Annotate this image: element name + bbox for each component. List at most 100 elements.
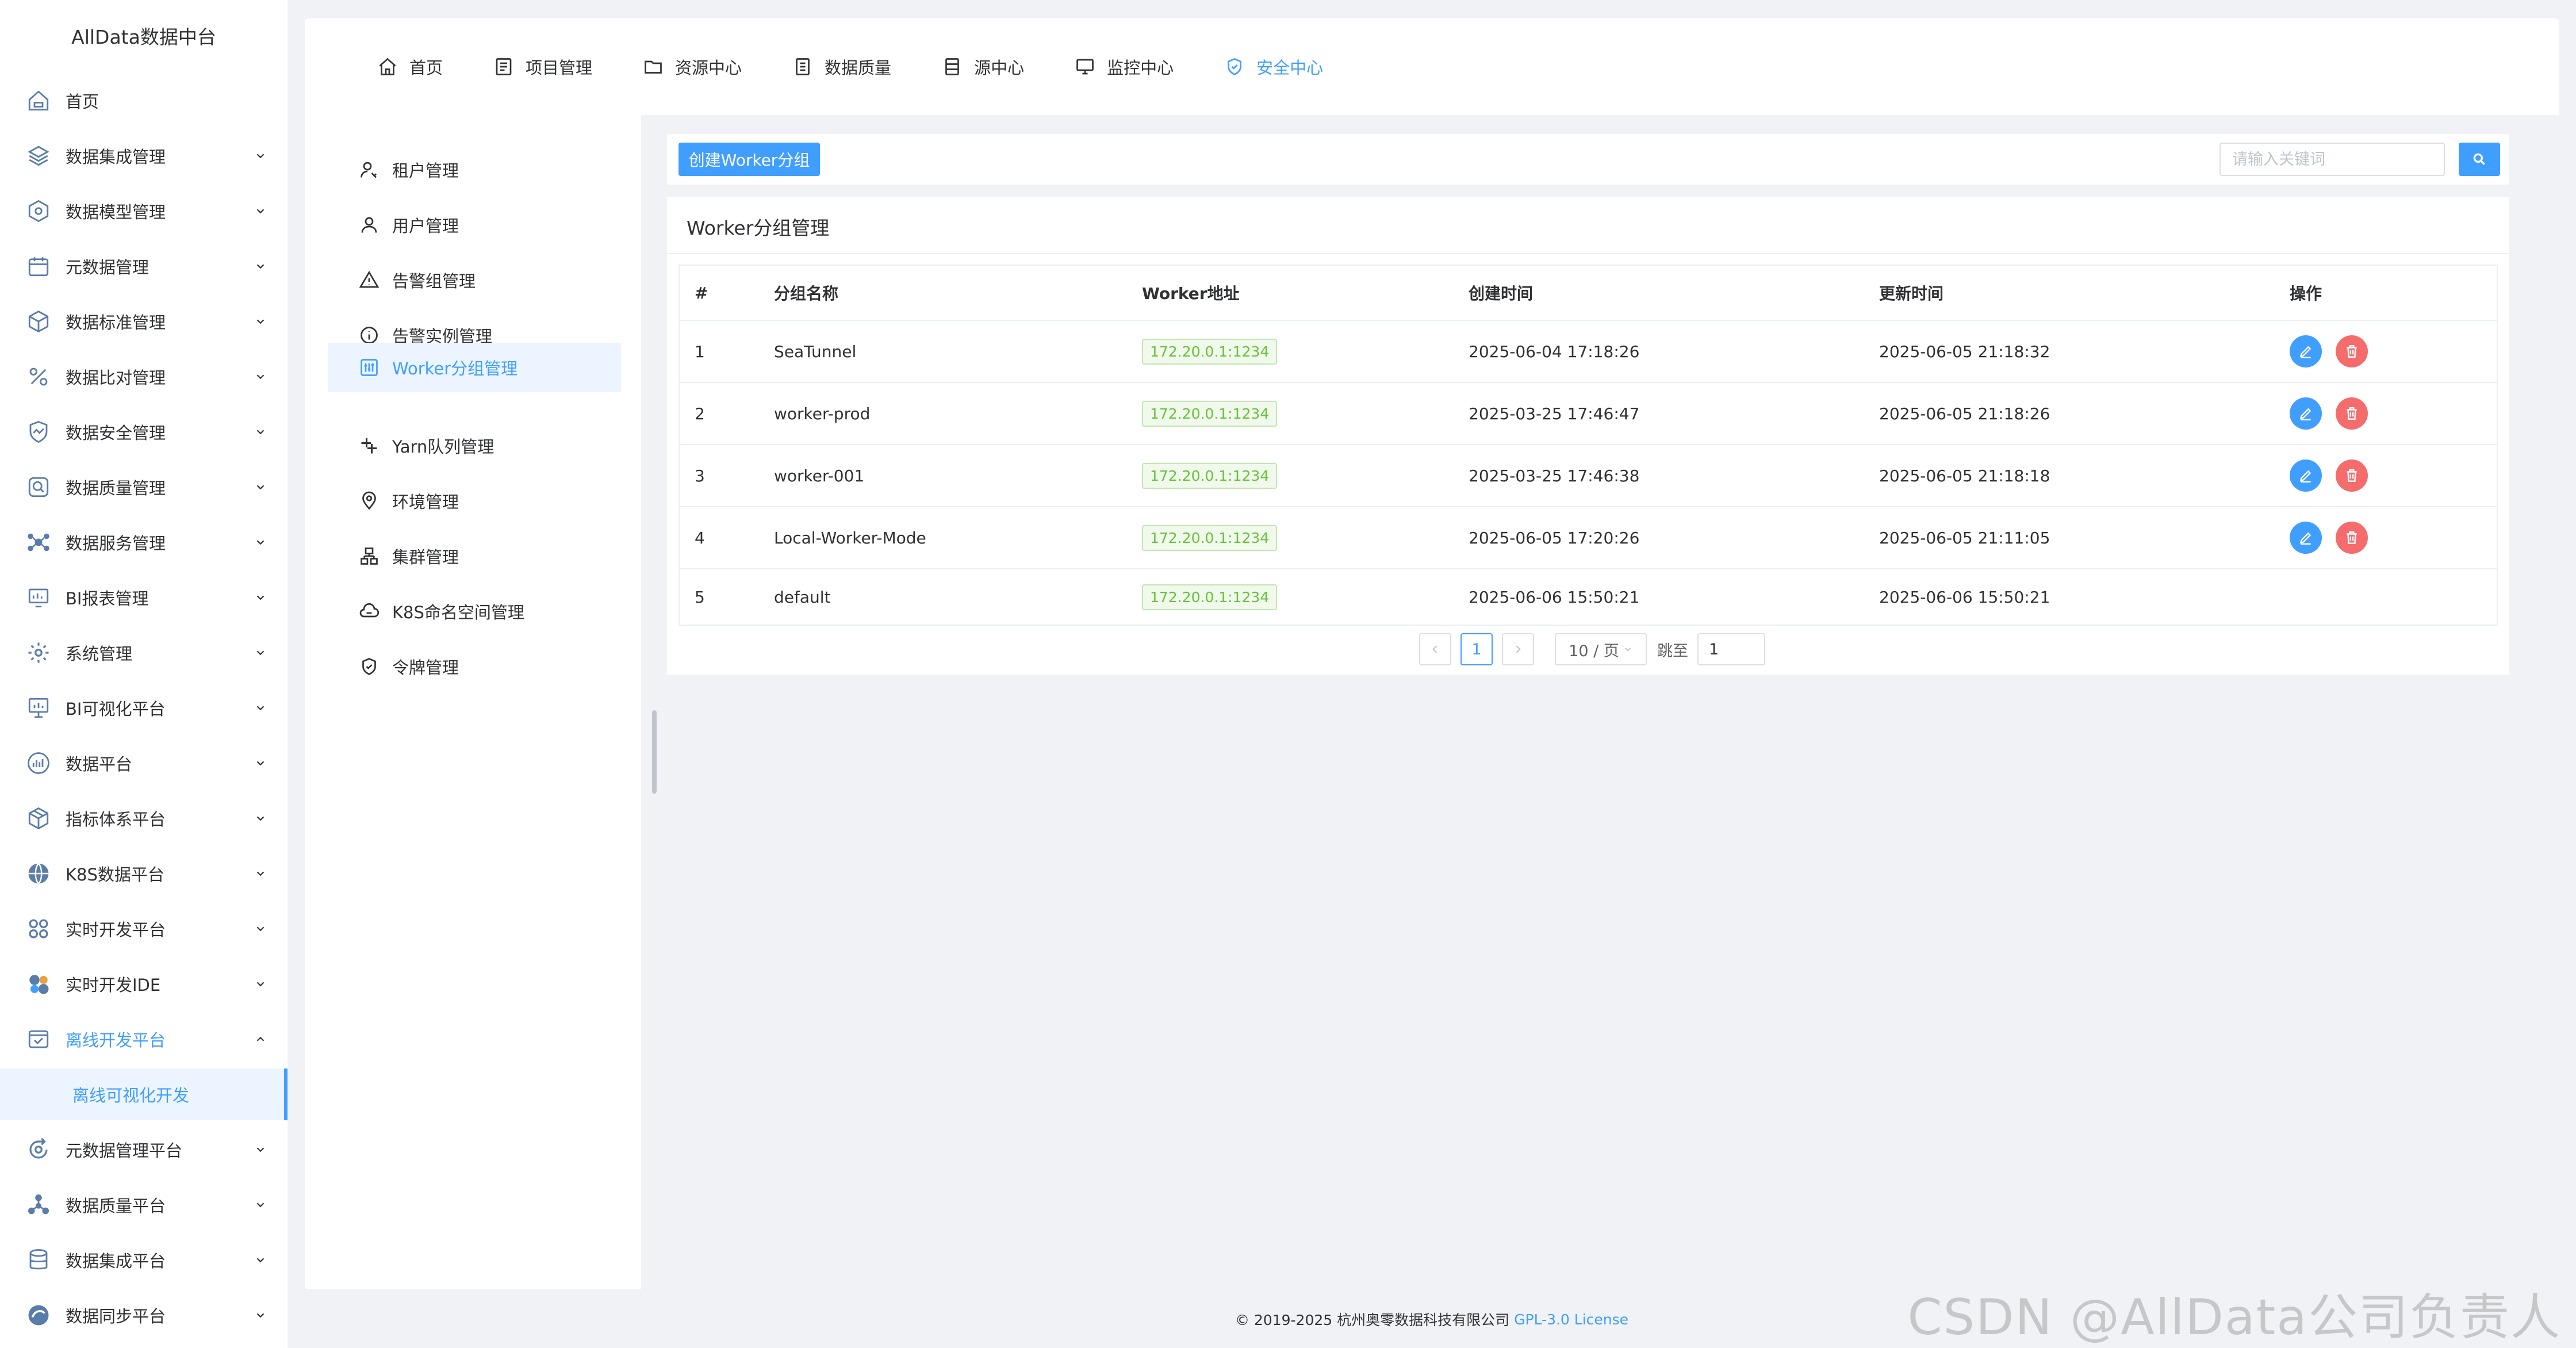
trash-icon bbox=[2347, 469, 2357, 482]
edit-button[interactable] bbox=[2290, 459, 2322, 492]
subnav-environment[interactable]: 环境管理 bbox=[328, 476, 621, 526]
sidebar-item-data-service[interactable]: 数据服务管理 bbox=[0, 516, 288, 568]
subnav-label: Worker分组管理 bbox=[392, 359, 518, 378]
sync-icon bbox=[25, 1302, 52, 1328]
page-number[interactable]: 1 bbox=[1460, 633, 1493, 665]
chevron-down-icon bbox=[252, 481, 269, 493]
sidebar-item-metadata[interactable]: 元数据管理 bbox=[0, 240, 288, 292]
subnav-k8s-namespace[interactable]: K8S命名空间管理 bbox=[328, 587, 621, 636]
subnav-worker-group[interactable]: Worker分组管理 bbox=[328, 343, 621, 392]
delete-button[interactable] bbox=[2336, 522, 2368, 554]
tab-resources[interactable]: 资源中心 bbox=[643, 55, 742, 79]
sidebar-item-system[interactable]: 系统管理 bbox=[0, 627, 288, 679]
tab-home[interactable]: 首页 bbox=[377, 55, 443, 79]
tab-source-center[interactable]: 源中心 bbox=[942, 55, 1024, 79]
sidebar-item-label: 数据同步平台 bbox=[66, 1307, 166, 1326]
sidebar-item-sync-platform[interactable]: 数据同步平台 bbox=[0, 1289, 288, 1341]
jump-input[interactable]: 1 bbox=[1697, 633, 1765, 665]
sidebar-item-realtime-ide[interactable]: 实时开发IDE bbox=[0, 958, 288, 1010]
sidebar-item-label: 数据质量平台 bbox=[66, 1196, 166, 1216]
row-updated: 2025-06-05 21:18:32 bbox=[1879, 342, 2050, 361]
sidebar-item-data-standard[interactable]: 数据标准管理 bbox=[0, 296, 288, 347]
sidebar-item-label: 元数据管理平台 bbox=[66, 1141, 183, 1161]
search-icon bbox=[2473, 153, 2485, 165]
tab-projects[interactable]: 项目管理 bbox=[493, 55, 592, 79]
chevron-down-icon bbox=[252, 1198, 269, 1211]
chevron-down-icon bbox=[252, 812, 269, 825]
tab-monitor[interactable]: 监控中心 bbox=[1075, 55, 1174, 79]
edit-button[interactable] bbox=[2290, 335, 2322, 367]
subnav-token[interactable]: 令牌管理 bbox=[328, 642, 621, 691]
resize-handle[interactable] bbox=[652, 710, 657, 794]
chevron-down-icon bbox=[252, 205, 269, 217]
sidebar-item-data-platform[interactable]: 数据平台 bbox=[0, 737, 288, 789]
delete-button[interactable] bbox=[2336, 397, 2368, 430]
edit-icon bbox=[2299, 346, 2312, 359]
chevron-down-icon bbox=[252, 426, 269, 438]
subnav-label: 集群管理 bbox=[392, 547, 459, 567]
sidebar-item-label: 数据服务管理 bbox=[66, 534, 166, 553]
tab-data-quality[interactable]: 数据质量 bbox=[792, 55, 891, 79]
sidebar-item-data-model[interactable]: 数据模型管理 bbox=[0, 185, 288, 237]
location-icon bbox=[362, 491, 376, 510]
sidebar-item-metadata-platform[interactable]: 元数据管理平台 bbox=[0, 1124, 288, 1175]
sidebar-item-k8s[interactable]: K8S数据平台 bbox=[0, 848, 288, 899]
sidebar-item-realtime[interactable]: 实时开发平台 bbox=[0, 903, 288, 955]
offline-icon bbox=[25, 1026, 52, 1052]
row-addr: 172.20.0.1:1234 bbox=[1142, 507, 1278, 568]
worker-addr-tag: 172.20.0.1:1234 bbox=[1142, 462, 1278, 489]
sidebar-item-data-compare[interactable]: 数据比对管理 bbox=[0, 351, 288, 403]
sidebar-item-metrics[interactable]: 指标体系平台 bbox=[0, 792, 288, 844]
server-icon bbox=[945, 58, 959, 75]
cloud-icon bbox=[359, 603, 379, 618]
home-icon bbox=[25, 87, 52, 114]
delete-button[interactable] bbox=[2336, 335, 2368, 367]
row-index: 3 bbox=[695, 466, 705, 485]
sidebar-item-bi-visual[interactable]: BI可视化平台 bbox=[0, 682, 288, 734]
edit-button[interactable] bbox=[2290, 522, 2322, 554]
sidebar-item-bi-report[interactable]: BI报表管理 bbox=[0, 572, 288, 623]
edit-button[interactable] bbox=[2290, 397, 2322, 430]
license-link[interactable]: GPL-3.0 License bbox=[1514, 1311, 1628, 1328]
sidebar-item-home[interactable]: 首页 bbox=[0, 75, 288, 127]
subnav-users[interactable]: 用户管理 bbox=[328, 200, 621, 250]
table-header-row: # 分组名称 Worker地址 创建时间 更新时间 操作 bbox=[680, 266, 2497, 321]
sidebar: AllData数据中台 首页 数据集成管理 数据模型管理 元数据管理 数据标准管… bbox=[0, 0, 288, 1348]
sidebar-item-integration-platform[interactable]: 数据集成平台 bbox=[0, 1234, 288, 1286]
sidebar-item-quality-platform[interactable]: 数据质量平台 bbox=[0, 1179, 288, 1231]
sidebar-item-data-quality[interactable]: 数据质量管理 bbox=[0, 461, 288, 513]
row-index: 4 bbox=[695, 528, 705, 547]
col-actions-header: 操作 bbox=[2290, 284, 2322, 303]
user-key-icon bbox=[361, 162, 377, 178]
chevron-down-icon bbox=[252, 315, 269, 328]
trash-icon bbox=[2347, 345, 2357, 358]
row-updated: 2025-06-05 21:18:26 bbox=[1879, 404, 2050, 423]
row-index: 2 bbox=[695, 404, 705, 423]
search-input[interactable] bbox=[2220, 143, 2445, 176]
sidebar-item-offline[interactable]: 离线开发平台 bbox=[0, 1013, 288, 1065]
chevron-left-icon bbox=[1432, 645, 1438, 653]
brand-title: AllData数据中台 bbox=[71, 26, 216, 48]
subnav-alert-group[interactable]: 告警组管理 bbox=[328, 255, 621, 305]
sidebar-item-data-security[interactable]: 数据安全管理 bbox=[0, 406, 288, 458]
subnav-label: 令牌管理 bbox=[392, 658, 459, 677]
subnav-cluster[interactable]: 集群管理 bbox=[328, 531, 621, 581]
trash-icon bbox=[2347, 407, 2357, 420]
sidebar-item-data-integration[interactable]: 数据集成管理 bbox=[0, 130, 288, 182]
tab-security[interactable]: 安全中心 bbox=[1224, 55, 1323, 79]
shield-check-icon bbox=[1228, 58, 1241, 76]
row-name: SeaTunnel bbox=[774, 342, 857, 361]
subnav-yarn-queue[interactable]: Yarn队列管理 bbox=[328, 421, 621, 470]
subnav-tenant[interactable]: 租户管理 bbox=[328, 145, 621, 194]
page-size-select[interactable]: 10 / 页 bbox=[1555, 633, 1647, 665]
delete-button[interactable] bbox=[2336, 459, 2368, 492]
gear-icon bbox=[25, 639, 52, 666]
next-page-button[interactable] bbox=[1502, 633, 1534, 665]
chevron-down-icon bbox=[252, 591, 269, 604]
search-button[interactable] bbox=[2459, 143, 2500, 176]
sidebar-subitem-offline-visual[interactable]: 离线可视化开发 bbox=[0, 1069, 288, 1120]
create-worker-group-button[interactable]: 创建Worker分组 bbox=[678, 143, 820, 176]
chart-icon bbox=[25, 750, 52, 776]
network-icon bbox=[25, 529, 52, 556]
prev-page-button[interactable] bbox=[1419, 633, 1451, 665]
